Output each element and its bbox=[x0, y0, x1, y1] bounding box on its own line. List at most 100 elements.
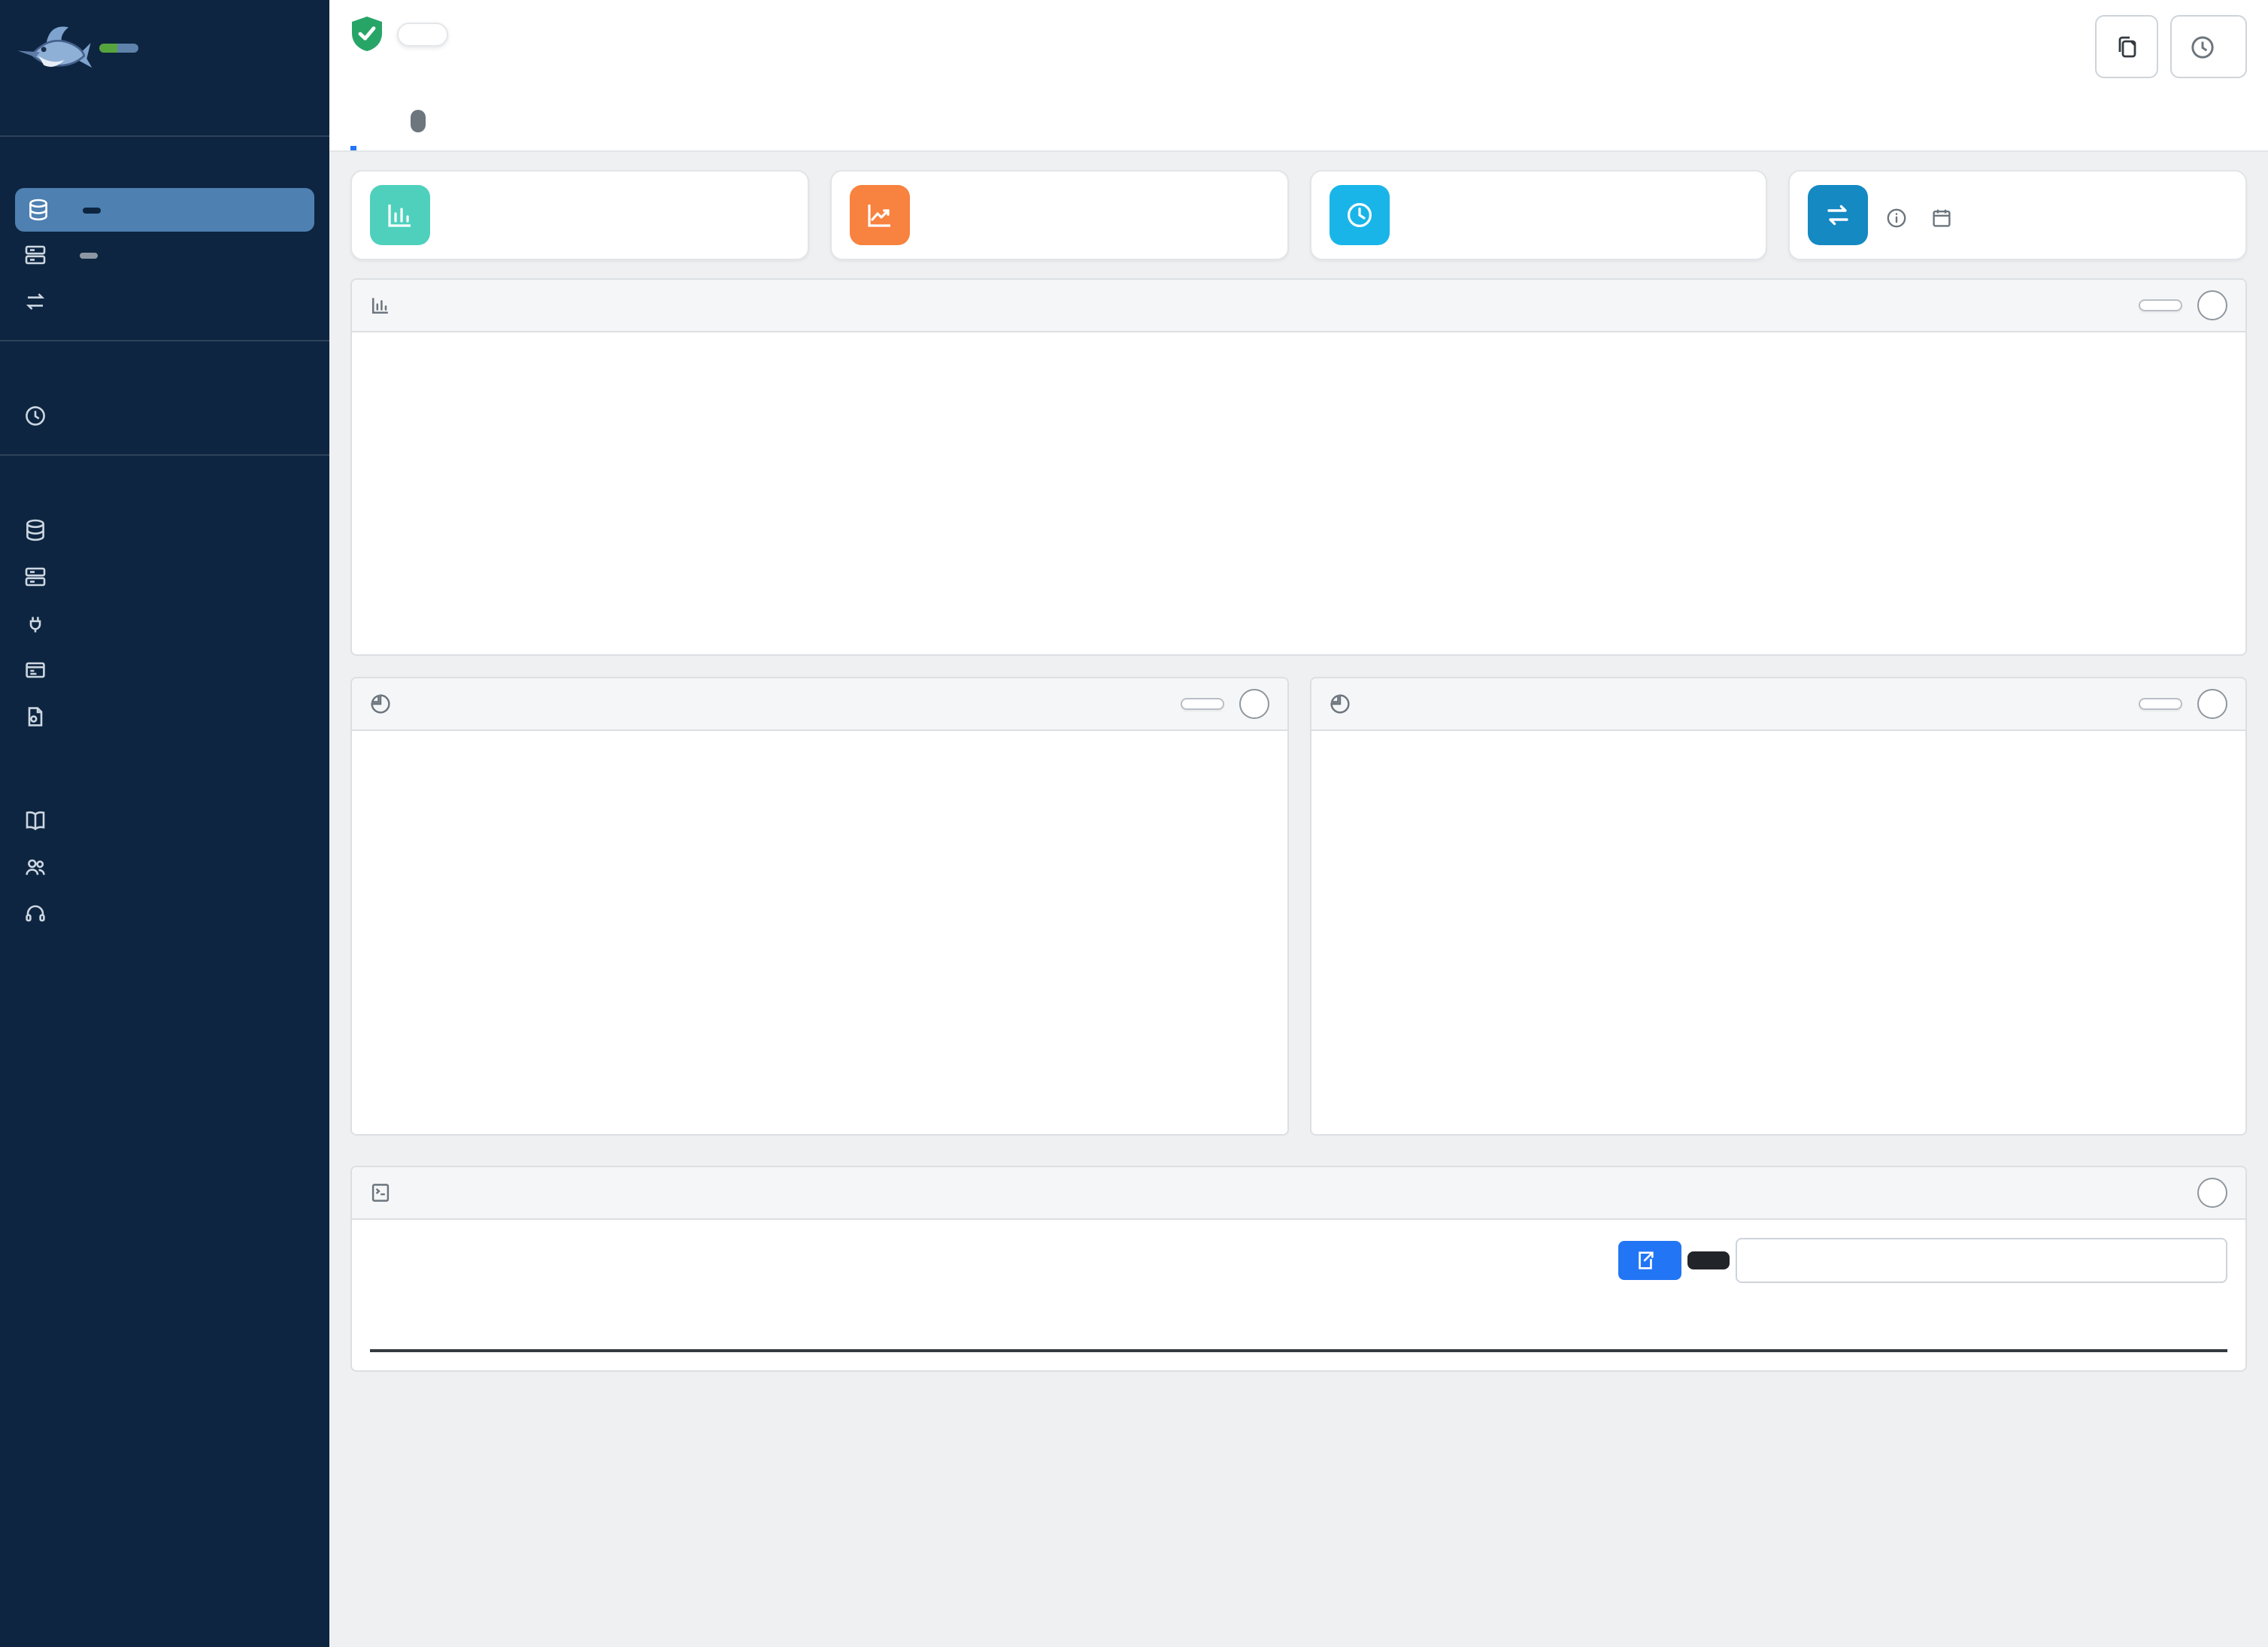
sidebar-item-time-comparison[interactable] bbox=[0, 393, 329, 439]
statements-chart-selector[interactable] bbox=[1180, 698, 1223, 710]
clear-button[interactable] bbox=[1687, 1251, 1730, 1269]
kpi-executions bbox=[830, 170, 1289, 260]
donut-row bbox=[350, 677, 2247, 1136]
count-badge bbox=[411, 110, 426, 132]
column-header-total-time[interactable] bbox=[1501, 1321, 1809, 1333]
book-icon bbox=[24, 809, 47, 832]
bar-chart-icon bbox=[370, 295, 391, 316]
sidebar-item-licences[interactable] bbox=[0, 693, 329, 740]
top-bar bbox=[329, 0, 2268, 152]
top-statements-chart-area bbox=[352, 731, 1287, 1134]
top-waits-donut[interactable] bbox=[1311, 731, 2245, 1134]
time-spent-header bbox=[352, 280, 2245, 332]
copy-icon bbox=[2114, 34, 2139, 59]
app bbox=[0, 0, 2268, 1647]
sidebar-item-hosts[interactable] bbox=[0, 232, 329, 278]
sidebar-item-documentation[interactable] bbox=[0, 797, 329, 844]
server-icon bbox=[24, 566, 47, 588]
people-icon bbox=[24, 856, 47, 878]
time-spent-chart[interactable] bbox=[358, 335, 2239, 654]
sidebar-item-community[interactable] bbox=[0, 844, 329, 890]
count-badge bbox=[83, 207, 101, 213]
top-waits-chart-area bbox=[1311, 731, 2245, 1134]
top-statements-donut[interactable] bbox=[352, 731, 1287, 1134]
divider bbox=[0, 340, 329, 341]
database-icon bbox=[24, 519, 47, 541]
sidebar-section-settings bbox=[0, 492, 329, 740]
waits-chart-selector[interactable] bbox=[2139, 698, 2182, 710]
column-header-weight[interactable] bbox=[2062, 1310, 2227, 1343]
copy-link-button[interactable] bbox=[2095, 15, 2158, 78]
swap-arrows-icon bbox=[1809, 185, 1869, 245]
clock-icon bbox=[1329, 185, 1389, 245]
time-spent-chart-area bbox=[352, 332, 2245, 654]
line-chart-icon bbox=[850, 185, 910, 245]
info-icon bbox=[1887, 207, 1908, 228]
bar-chart-icon bbox=[370, 185, 430, 245]
sidebar-section-help bbox=[0, 782, 329, 937]
statements-panel bbox=[350, 1166, 2247, 1372]
search-input[interactable] bbox=[1736, 1238, 2227, 1283]
sidebar-item-event-types[interactable] bbox=[0, 647, 329, 693]
licence-icon bbox=[24, 705, 47, 728]
sidebar-item-database-instances[interactable] bbox=[15, 188, 314, 232]
column-header-id[interactable] bbox=[370, 1310, 547, 1343]
calendar-icon bbox=[1932, 207, 1953, 228]
collapse-panel-button[interactable] bbox=[2197, 689, 2227, 719]
server-icon bbox=[24, 244, 47, 266]
pie-chart-icon bbox=[370, 693, 391, 714]
count-badge bbox=[80, 252, 98, 258]
activity-chart-selector[interactable] bbox=[2139, 299, 2182, 311]
top-statements-panel bbox=[350, 677, 1288, 1136]
tab-database-activity[interactable] bbox=[350, 105, 356, 150]
top-waits-panel bbox=[1309, 677, 2247, 1136]
collapse-panel-button[interactable] bbox=[2197, 290, 2227, 320]
export-icon bbox=[1635, 1250, 1656, 1271]
tab-database-statistics[interactable] bbox=[474, 105, 480, 150]
event-types-icon bbox=[24, 659, 47, 681]
sidebar-item-hosts-settings[interactable] bbox=[0, 554, 329, 600]
headset-icon bbox=[24, 902, 47, 925]
health-shield-icon bbox=[350, 15, 384, 53]
kpi-changes bbox=[1789, 170, 2248, 260]
divider bbox=[0, 454, 329, 456]
collapse-panel-button[interactable] bbox=[1239, 689, 1269, 719]
hide-menu-button[interactable] bbox=[0, 90, 329, 135]
collapse-panel-button[interactable] bbox=[2197, 1178, 2227, 1208]
divider bbox=[0, 135, 329, 137]
time-spent-panel bbox=[350, 278, 2247, 656]
statements-toolbar bbox=[370, 1238, 2227, 1283]
marlin-fish-icon bbox=[15, 15, 93, 81]
brand-logo bbox=[0, 0, 329, 90]
table-header-row bbox=[370, 1304, 2227, 1352]
plug-icon bbox=[24, 612, 47, 635]
kpi-db-time bbox=[350, 170, 809, 260]
clock-icon bbox=[24, 405, 47, 427]
brand-db bbox=[99, 44, 117, 53]
export-button[interactable] bbox=[1618, 1241, 1681, 1280]
kpi-cards bbox=[350, 170, 2247, 260]
column-header-statement[interactable] bbox=[547, 1321, 1501, 1333]
time-range-button[interactable] bbox=[2170, 15, 2247, 78]
sidebar-item-change-history[interactable] bbox=[0, 278, 329, 325]
swap-arrows-icon bbox=[24, 290, 47, 313]
page-tabs bbox=[350, 105, 2247, 150]
database-icon bbox=[27, 199, 50, 221]
clock-icon bbox=[2190, 34, 2215, 59]
statement-list-icon bbox=[370, 1182, 391, 1203]
sidebar-section-analysis bbox=[0, 173, 329, 325]
sidebar-section-reports bbox=[0, 378, 329, 439]
column-header-wait-time[interactable] bbox=[1809, 1310, 2062, 1343]
sidebar-item-database-instances-settings[interactable] bbox=[0, 507, 329, 554]
sidebar bbox=[0, 0, 329, 1647]
brand-marlin bbox=[117, 44, 138, 53]
brand-wordmark bbox=[99, 44, 138, 53]
tab-host-metrics[interactable] bbox=[402, 105, 429, 150]
sidebar-item-support[interactable] bbox=[0, 890, 329, 937]
kpi-average-time bbox=[1309, 170, 1768, 260]
instance-selector[interactable] bbox=[397, 22, 448, 46]
sidebar-item-integrations[interactable] bbox=[0, 600, 329, 647]
main-content bbox=[329, 0, 2268, 1647]
statements-table bbox=[370, 1304, 2227, 1352]
pie-chart-icon bbox=[1329, 693, 1350, 714]
